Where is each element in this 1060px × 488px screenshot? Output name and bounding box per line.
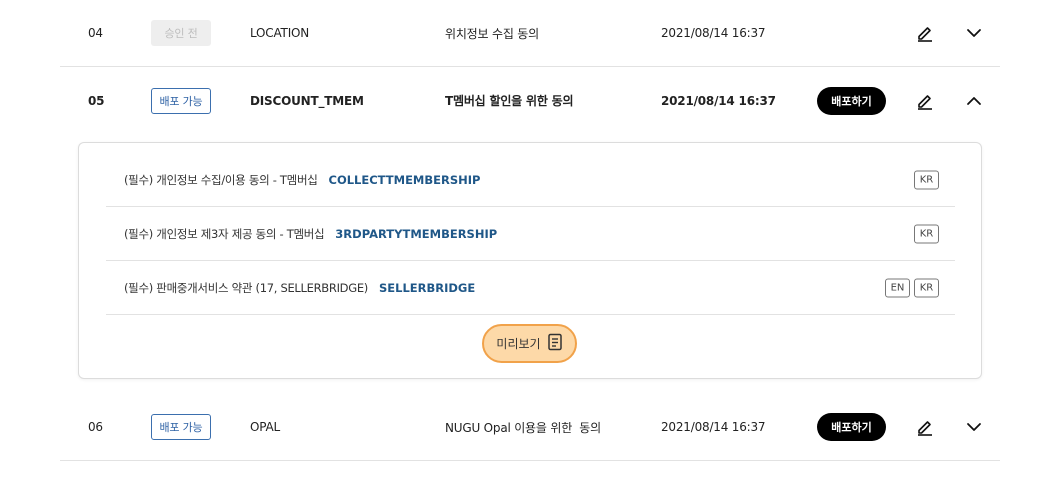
sub-consent-code: 3RDPARTYTMEMBERSHIP — [335, 226, 498, 241]
language-tag[interactable]: KR — [914, 170, 939, 189]
row-number: 06 — [88, 420, 103, 434]
list-item: (필수) 개인정보 수집/이용 동의 - T멤버십 COLLECTTMEMBER… — [106, 153, 955, 207]
sub-consent-code: COLLECTTMEMBERSHIP — [328, 172, 481, 187]
preview-label: 미리보기 — [496, 337, 541, 351]
sub-consent-title: (필수) 판매중개서비스 약관 (17, SELLERBRIDGE) — [124, 280, 368, 295]
chevron-down-icon[interactable] — [962, 21, 986, 45]
status-badge: 배포 가능 — [151, 87, 211, 114]
sub-consent-title: (필수) 개인정보 수집/이용 동의 - T멤버십 — [124, 172, 318, 187]
sub-consent-code: SELLERBRIDGE — [378, 280, 476, 295]
document-icon — [547, 333, 563, 354]
expanded-detail-panel: (필수) 개인정보 수집/이용 동의 - T멤버십 COLLECTTMEMBER… — [78, 142, 982, 379]
table-row: 04 승인 전 LOCATION 위치정보 수집 동의 2021/08/14 1… — [60, 0, 1000, 67]
language-tag[interactable]: KR — [914, 278, 939, 297]
pencil-edit-icon[interactable] — [913, 415, 937, 439]
table-row: 05 배포 가능 DISCOUNT_TMEM T멤버십 할인을 위한 동의 20… — [60, 67, 1000, 134]
status-badge: 승인 전 — [151, 20, 211, 46]
consent-key: DISCOUNT_TMEM — [250, 93, 364, 108]
deploy-button[interactable]: 배포하기 — [817, 413, 886, 441]
language-tag[interactable]: EN — [885, 278, 910, 297]
consent-description: NUGU Opal 이용을 위한 동의 — [445, 420, 601, 435]
list-item: (필수) 판매중개서비스 약관 (17, SELLERBRIDGE) SELLE… — [106, 261, 955, 315]
updated-date: 2021/08/14 16:37 — [661, 93, 776, 108]
updated-date: 2021/08/14 16:37 — [661, 26, 766, 40]
preview-button[interactable]: 미리보기 — [482, 324, 577, 363]
chevron-up-icon[interactable] — [962, 89, 986, 113]
consent-description: T멤버십 할인을 위한 동의 — [445, 94, 574, 108]
consent-description: 위치정보 수집 동의 — [445, 26, 539, 41]
updated-date: 2021/08/14 16:37 — [661, 420, 766, 434]
deploy-button[interactable]: 배포하기 — [817, 86, 886, 115]
table-row: 06 배포 가능 OPAL NUGU Opal 이용을 위한 동의 2021/0… — [60, 394, 1000, 461]
consent-key: OPAL — [250, 420, 281, 434]
chevron-down-icon[interactable] — [962, 415, 986, 439]
language-tag[interactable]: KR — [914, 224, 939, 243]
row-number: 04 — [88, 26, 103, 40]
pencil-edit-icon[interactable] — [913, 89, 937, 113]
pencil-edit-icon[interactable] — [913, 21, 937, 45]
status-badge: 배포 가능 — [151, 414, 211, 440]
row-number: 05 — [88, 93, 105, 108]
sub-consent-title: (필수) 개인정보 제3자 제공 동의 - T멤버십 — [124, 226, 325, 241]
consent-key: LOCATION — [250, 26, 310, 40]
list-item: (필수) 개인정보 제3자 제공 동의 - T멤버십 3RDPARTYTMEMB… — [106, 207, 955, 261]
